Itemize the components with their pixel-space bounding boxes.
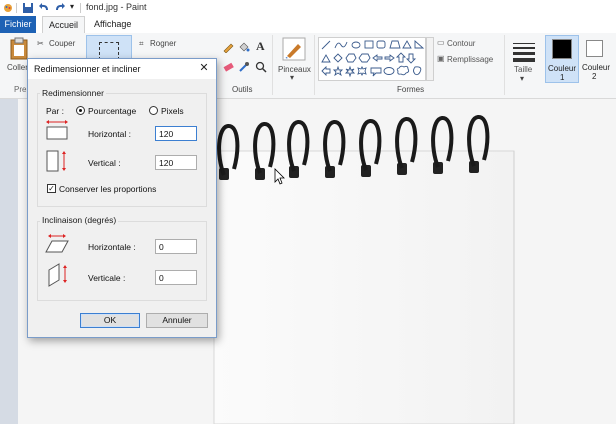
resize-vertical-icon <box>46 150 66 172</box>
size-icon[interactable] <box>513 41 535 63</box>
fill-bucket-icon[interactable] <box>238 41 250 53</box>
color-picker-icon[interactable] <box>238 61 250 73</box>
divider <box>80 3 81 13</box>
color1-number: 1 <box>560 73 565 82</box>
undo-icon[interactable] <box>38 2 50 14</box>
color1-swatch <box>552 39 572 59</box>
ok-button[interactable]: OK <box>80 313 140 328</box>
skew-vertical-label: Verticale : <box>88 273 126 283</box>
ribbon-tabs: Fichier Accueil Affichage <box>0 16 616 33</box>
skew-horizontal-label: Horizontale : <box>88 242 136 252</box>
text-tool-icon[interactable]: A <box>256 39 265 54</box>
shapes-gallery[interactable] <box>318 37 426 81</box>
scissors-icon[interactable]: ✂ <box>37 39 44 48</box>
color1-button[interactable]: Couleur 1 <box>545 35 579 83</box>
window-title: fond.jpg - Paint <box>86 2 147 12</box>
percent-radio[interactable] <box>76 106 85 115</box>
skew-group-label: Inclinaison (degrés) <box>40 215 119 225</box>
close-icon[interactable]: ✕ <box>198 62 210 74</box>
pixels-radio[interactable] <box>149 106 158 115</box>
crop-button[interactable]: Rogner <box>150 39 176 48</box>
pencil-icon[interactable] <box>222 41 234 53</box>
color2-swatch <box>586 40 603 57</box>
divider <box>16 3 17 13</box>
shapes-scrollbar[interactable] <box>426 37 434 81</box>
keep-ratio-checkbox[interactable]: ✓ <box>47 184 56 193</box>
paint-app-icon[interactable] <box>2 2 14 14</box>
color2-button[interactable]: Couleur 2 <box>582 35 616 83</box>
paste-button[interactable]: Coller <box>7 63 28 72</box>
tab-file[interactable]: Fichier <box>0 16 36 33</box>
size-button[interactable]: Taille <box>514 65 532 74</box>
keep-ratio-label[interactable]: Conserver les proportions <box>59 184 156 194</box>
resize-horizontal-icon <box>46 120 68 140</box>
color2-label: Couleur <box>582 63 611 72</box>
brush-icon[interactable] <box>282 37 306 61</box>
fill-icon: ▣ <box>437 54 445 63</box>
horizontal-label: Horizontal : <box>88 129 131 139</box>
shapes-group-label: Formes <box>397 85 425 94</box>
divider <box>314 35 315 95</box>
by-label: Par : <box>46 106 64 116</box>
tools-group-label: Outils <box>232 85 253 94</box>
vertical-label: Vertical : <box>88 158 121 168</box>
skew-horizontal-input[interactable] <box>155 239 197 254</box>
title-bar: ▾ fond.jpg - Paint <box>0 0 616 16</box>
divider <box>272 35 273 95</box>
horizontal-input[interactable] <box>155 126 197 141</box>
cut-button[interactable]: Couper <box>49 39 75 48</box>
percent-label[interactable]: Pourcentage <box>88 106 136 116</box>
divider <box>504 35 505 95</box>
skew-vertical-input[interactable] <box>155 270 197 285</box>
crop-icon[interactable]: ⌗ <box>139 39 144 49</box>
color2-number: 2 <box>592 72 597 81</box>
brushes-button[interactable]: Pinceaux <box>278 65 311 74</box>
outline-icon: ▭ <box>437 38 445 47</box>
tab-home[interactable]: Accueil <box>42 16 86 33</box>
customize-quick-access-icon[interactable]: ▾ <box>70 2 74 11</box>
chevron-down-icon[interactable]: ▾ <box>290 73 294 82</box>
dialog-title-bar: Redimensionner et incliner ✕ <box>28 59 216 79</box>
resize-skew-dialog: Redimensionner et incliner ✕ Redimension… <box>27 58 217 338</box>
skew-vertical-icon <box>48 263 67 287</box>
fill-dropdown[interactable]: Remplissage <box>447 55 493 64</box>
color1-label: Couleur <box>548 64 577 73</box>
vertical-input[interactable] <box>155 155 197 170</box>
tab-view[interactable]: Affichage <box>88 16 137 33</box>
chevron-down-icon[interactable]: ▾ <box>520 74 524 83</box>
pixels-label[interactable]: Pixels <box>161 106 184 116</box>
dialog-title: Redimensionner et incliner <box>34 64 141 74</box>
clipboard-group-label: Pre <box>14 85 27 94</box>
skew-horizontal-icon <box>45 234 69 253</box>
eraser-icon[interactable] <box>222 61 234 73</box>
magnifier-icon[interactable] <box>255 61 267 73</box>
outline-dropdown[interactable]: Contour <box>447 39 475 48</box>
cancel-button[interactable]: Annuler <box>146 313 208 328</box>
resize-group-label: Redimensionner <box>40 88 106 98</box>
shapes-grid-icon <box>321 40 425 78</box>
save-icon[interactable] <box>22 2 34 14</box>
redo-icon[interactable] <box>54 2 66 14</box>
